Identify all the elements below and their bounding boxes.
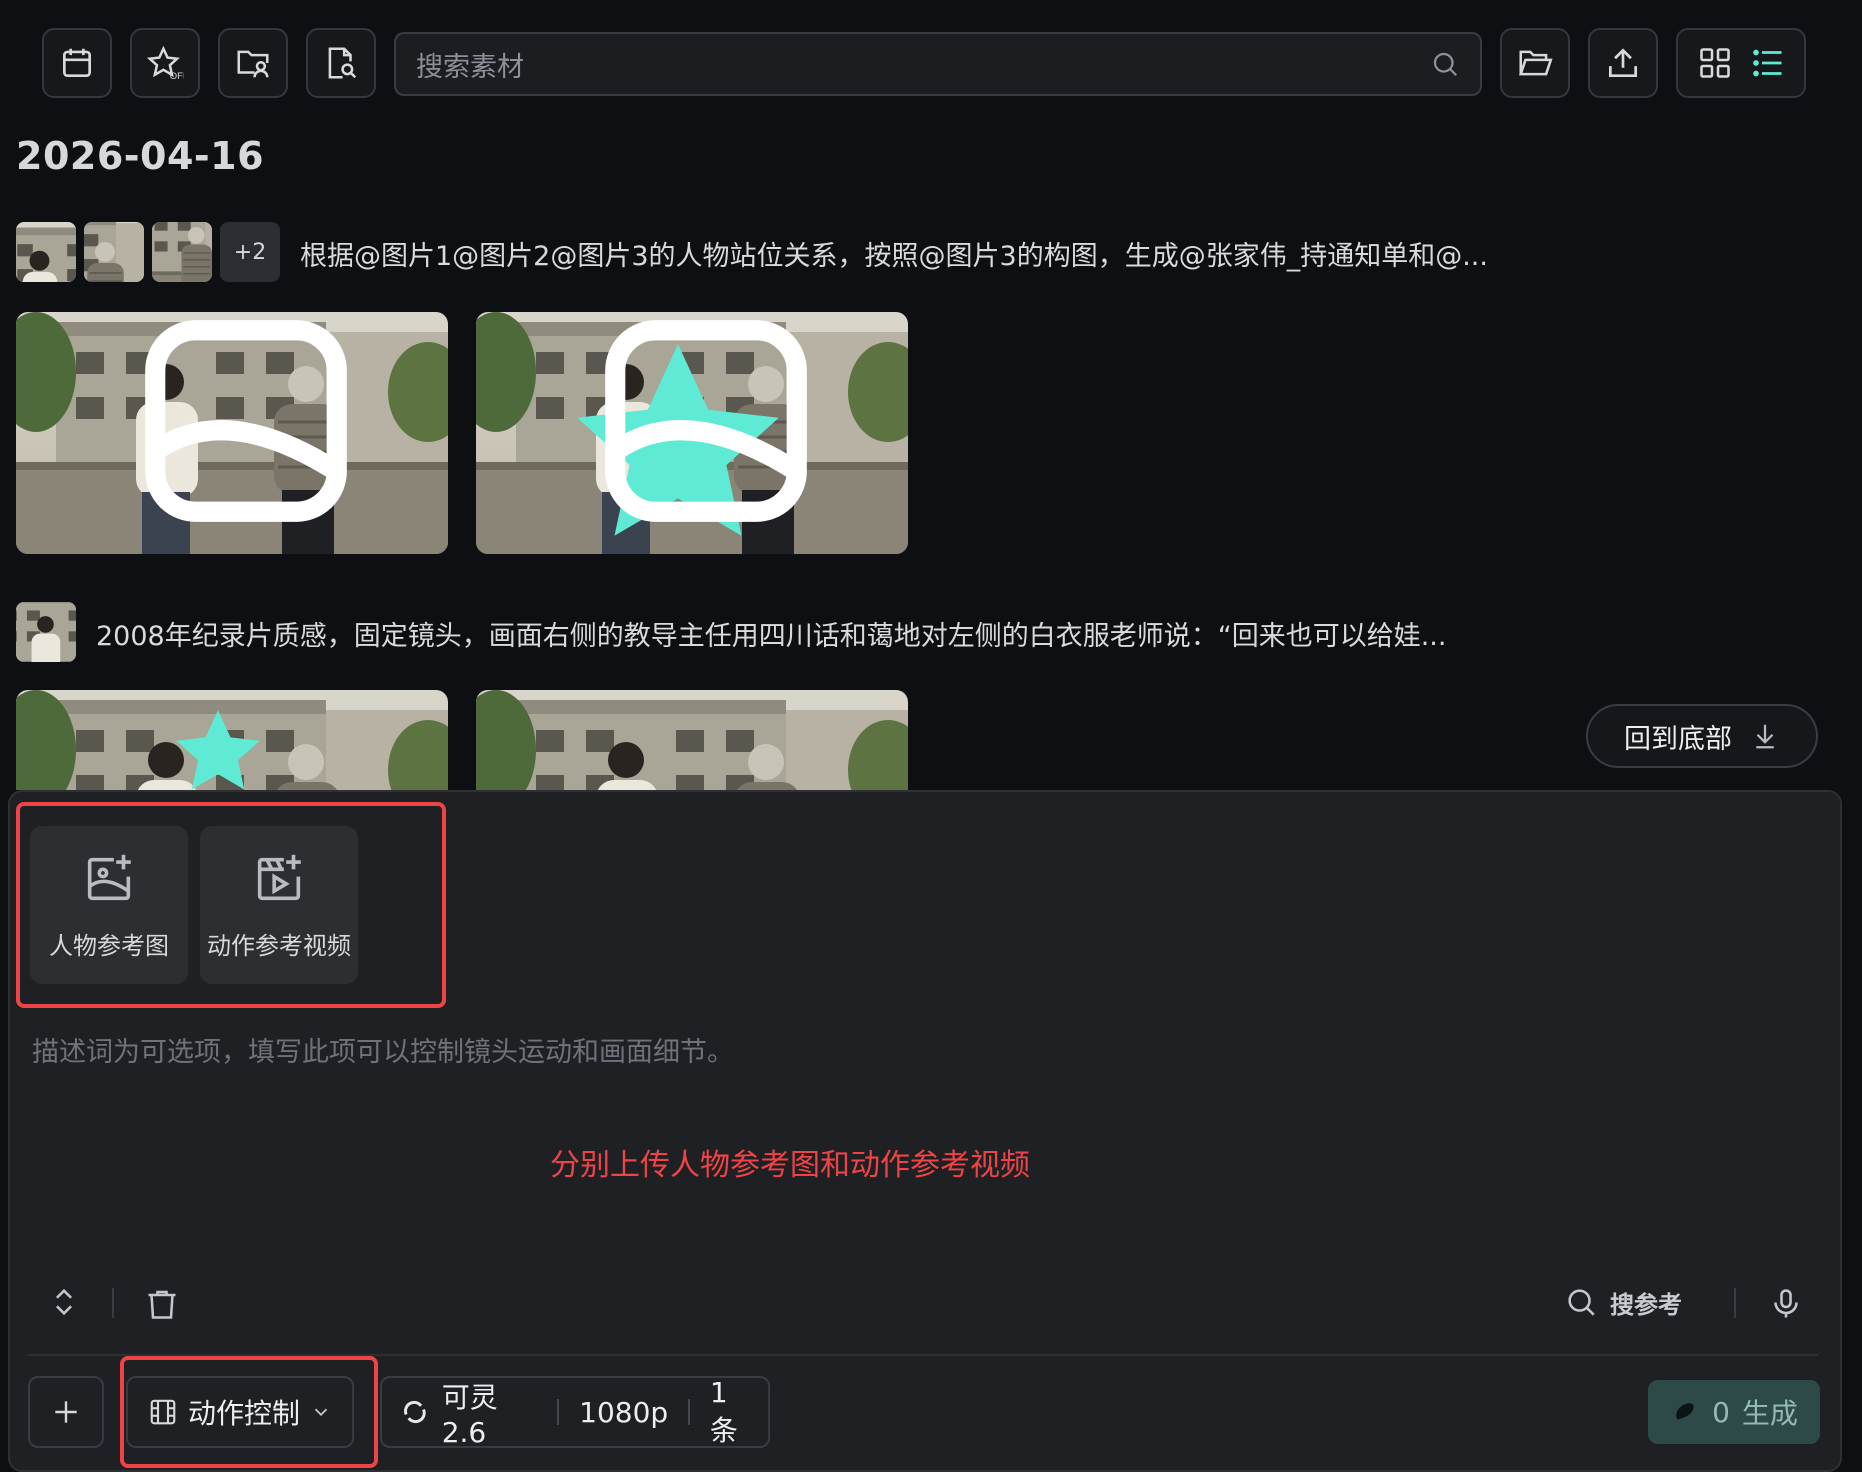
date-group-title: 2026-04-16	[16, 134, 265, 178]
generation-prompt[interactable]: 2008年纪录片质感，固定镜头，画面右侧的教导主任用四川话和蔼地对左侧的白衣服老…	[96, 614, 1446, 653]
resolution-value: 1080p	[579, 1395, 669, 1429]
voice-input-button[interactable]	[1764, 1282, 1808, 1326]
list-view-icon[interactable]	[1750, 45, 1786, 81]
expand-collapse-button[interactable]	[44, 1282, 84, 1322]
view-toggle[interactable]	[1676, 28, 1806, 98]
favorite-star-icon[interactable]	[16, 702, 434, 790]
file-search-button[interactable]	[306, 28, 376, 98]
back-to-bottom-button[interactable]: 回到底部	[1586, 704, 1818, 768]
divider	[1734, 1288, 1736, 1318]
back-to-bottom-label: 回到底部	[1624, 723, 1732, 755]
open-folder-button[interactable]	[1500, 28, 1570, 98]
search-reference-label: 搜参考	[1610, 1290, 1682, 1319]
chevron-up-down-icon	[56, 1288, 72, 1316]
file-search-icon	[328, 47, 357, 79]
generated-video[interactable]	[476, 690, 908, 790]
generate-label: 生成	[1741, 1397, 1798, 1430]
svg-text:OFF: OFF	[170, 71, 184, 82]
grid-view-icon[interactable]	[1697, 45, 1733, 81]
search-icon	[1568, 1289, 1595, 1316]
reference-thumbnail[interactable]	[152, 222, 212, 282]
trash-icon	[148, 1290, 176, 1319]
prompt-input[interactable]: 描述词为可选项，填写此项可以控制镜头运动和画面细节。	[32, 1030, 734, 1069]
plus-icon	[55, 1401, 77, 1423]
model-name: 可灵 2.6	[441, 1380, 498, 1449]
folder-user-icon	[237, 50, 269, 78]
model-logo-icon	[404, 1400, 426, 1424]
divider	[557, 1399, 560, 1425]
generated-image[interactable]	[16, 312, 448, 554]
star-off-icon: OFF	[146, 45, 184, 82]
shared-folder-button[interactable]	[218, 28, 288, 98]
generate-button[interactable]: 0 生成	[1648, 1380, 1820, 1444]
model-settings-button[interactable]: 可灵 2.6 1080p 1条	[380, 1375, 770, 1449]
credit-icon	[1676, 1403, 1694, 1420]
calendar-icon	[62, 48, 92, 78]
search-input[interactable]: 搜索素材	[394, 32, 1482, 96]
generated-image[interactable]	[476, 312, 908, 554]
calendar-button[interactable]	[42, 28, 112, 98]
credit-cost: 0	[1712, 1395, 1730, 1429]
output-count-value: 1条	[709, 1375, 738, 1447]
reference-thumbnail[interactable]	[16, 222, 76, 282]
generation-prompt[interactable]: 根据@图片1@图片2@图片3的人物站位关系，按照@图片3的构图，生成@张家伟_持…	[300, 234, 1488, 273]
image-type-icon	[490, 312, 908, 542]
upload-icon	[1608, 48, 1638, 78]
search-placeholder: 搜索素材	[416, 51, 524, 83]
annotation-text: 分别上传人物参考图和动作参考视频	[550, 1148, 1030, 1183]
more-references-badge[interactable]: +2	[220, 222, 280, 282]
reference-thumbnail[interactable]	[16, 602, 76, 662]
divider	[112, 1288, 114, 1318]
microphone-icon	[1774, 1289, 1798, 1318]
highlight-box	[120, 1356, 378, 1468]
favorites-filter-button[interactable]: OFF	[130, 28, 200, 98]
upload-button[interactable]	[1588, 28, 1658, 98]
search-reference-button[interactable]: 搜参考	[1564, 1280, 1682, 1324]
add-button[interactable]	[28, 1376, 104, 1448]
highlight-box	[16, 802, 446, 1008]
divider	[688, 1399, 690, 1425]
generated-video[interactable]	[16, 690, 448, 790]
folder-open-icon	[1518, 50, 1553, 76]
arrow-down-icon	[1756, 724, 1774, 749]
image-type-icon	[30, 312, 448, 542]
search-icon	[1433, 52, 1458, 77]
reference-thumbnail[interactable]	[84, 222, 144, 282]
clear-button[interactable]	[140, 1282, 184, 1326]
